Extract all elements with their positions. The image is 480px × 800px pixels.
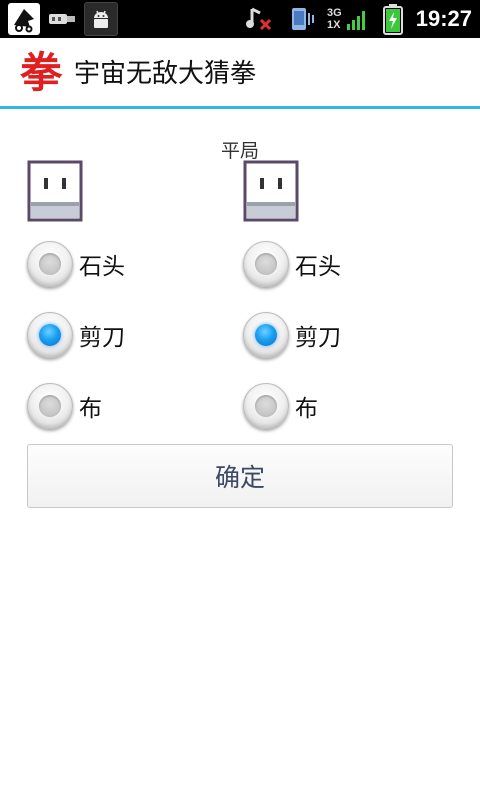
right-player-panel xyxy=(243,160,443,226)
battery-charging-icon xyxy=(380,3,406,35)
android-debug-icon xyxy=(84,2,118,36)
app-title: 宇宙无敌大猜拳 xyxy=(74,59,257,89)
app-logo: 拳 xyxy=(20,48,63,97)
clock: 19:27 xyxy=(415,6,472,31)
radio-label: 石头 xyxy=(295,254,341,280)
left-option-paper[interactable]: 布 xyxy=(27,378,102,434)
radio-label: 剪刀 xyxy=(295,325,341,351)
app-notification-icon xyxy=(8,3,40,35)
radio-label: 布 xyxy=(79,396,102,422)
left-player-face-icon xyxy=(27,160,83,222)
right-scissors-radio[interactable] xyxy=(243,312,289,358)
right-paper-radio[interactable] xyxy=(243,383,289,429)
left-paper-radio[interactable] xyxy=(27,383,73,429)
status-bar: 3G 1X 19:27 xyxy=(0,0,480,38)
music-muted-icon xyxy=(243,3,275,35)
radio-label: 布 xyxy=(295,396,318,422)
left-option-rock[interactable]: 石头 xyxy=(27,236,125,292)
radio-label: 剪刀 xyxy=(79,325,125,351)
signal-icon xyxy=(344,3,370,35)
left-scissors-radio[interactable] xyxy=(27,312,73,358)
notification-icons xyxy=(8,2,118,36)
left-rock-radio[interactable] xyxy=(27,241,73,287)
right-player-face-icon xyxy=(243,160,299,222)
right-option-rock[interactable]: 石头 xyxy=(243,236,341,292)
left-player-panel xyxy=(27,160,227,226)
title-bar: 拳 宇宙无敌大猜拳 xyxy=(0,38,480,109)
vibrate-icon xyxy=(285,3,317,35)
right-option-scissors[interactable]: 剪刀 xyxy=(243,307,341,363)
radio-label: 石头 xyxy=(79,254,125,280)
network-type: 3G 1X xyxy=(327,7,342,31)
game-result: 平局 xyxy=(220,140,259,162)
system-icons: 3G 1X 19:27 xyxy=(243,2,472,36)
usb-icon xyxy=(46,3,78,35)
confirm-button[interactable]: 确定 xyxy=(27,444,453,508)
right-option-paper[interactable]: 布 xyxy=(243,378,318,434)
left-option-scissors[interactable]: 剪刀 xyxy=(27,307,125,363)
right-rock-radio[interactable] xyxy=(243,241,289,287)
